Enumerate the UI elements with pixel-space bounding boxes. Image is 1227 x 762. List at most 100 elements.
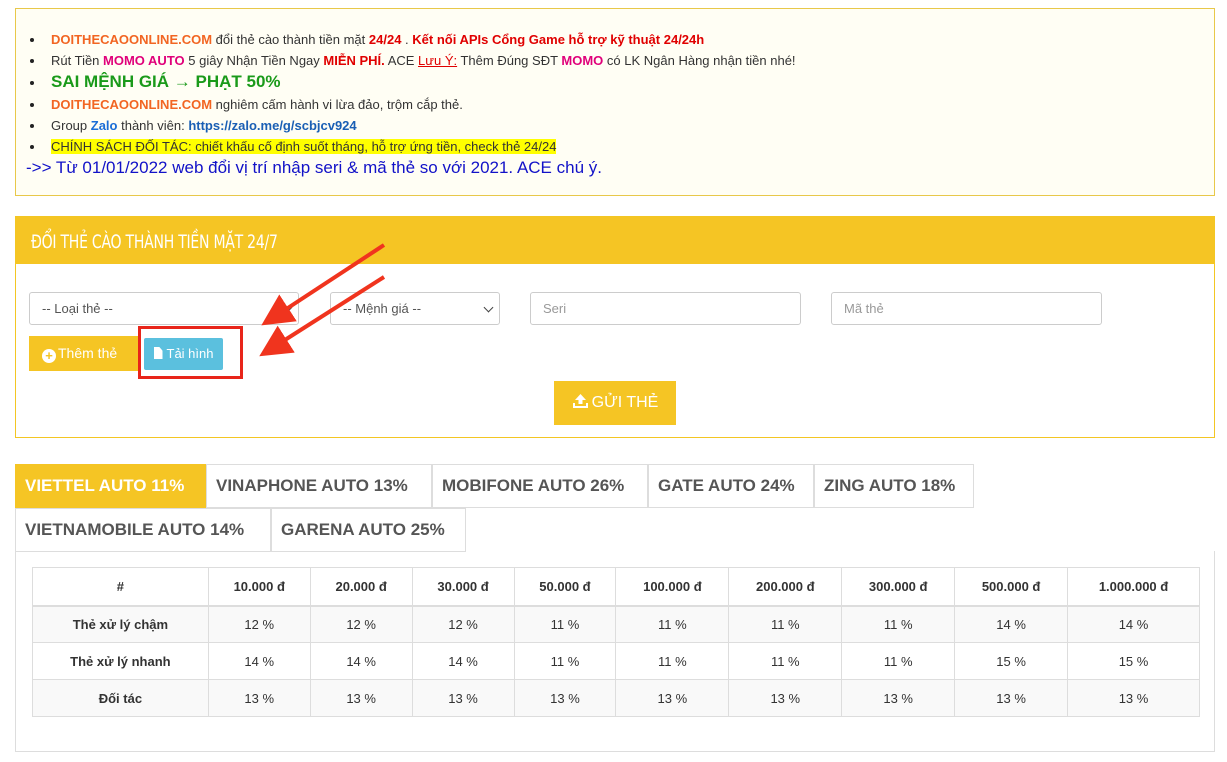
table-cell: 14 % xyxy=(954,605,1069,643)
momo-text: MOMO AUTO xyxy=(103,53,185,68)
highlight-box xyxy=(138,326,243,379)
tab-mobifone[interactable]: MOBIFONE AUTO 26% xyxy=(432,464,648,508)
table-cell: 13 % xyxy=(309,679,413,717)
rate-table: # 10.000 đ 20.000 đ 30.000 đ 50.000 đ 10… xyxy=(32,567,1200,717)
table-cell: 11 % xyxy=(728,605,843,643)
notice-line-4: DOITHECAOONLINE.COM nghiêm cấm hành vi l… xyxy=(30,94,1200,115)
input-placeholder: Mã thẻ xyxy=(844,301,884,316)
table-cell: 11 % xyxy=(615,605,730,643)
column-header: 300.000 đ xyxy=(841,567,956,607)
table-cell: 12 % xyxy=(309,605,413,643)
add-card-button[interactable]: + Thêm thẻ xyxy=(29,336,139,371)
notice-text: ACE xyxy=(384,53,419,68)
column-header: 30.000 đ xyxy=(411,567,515,607)
send-card-button[interactable]: GỬI THẺ xyxy=(554,381,676,425)
notice-text: nghiêm cấm hành vi lừa đảo, trộm cắp thẻ… xyxy=(212,97,463,112)
column-header: # xyxy=(32,567,209,607)
table-cell: 11 % xyxy=(728,642,843,680)
table-cell: 14 % xyxy=(411,642,515,680)
notice-text: Thêm Đúng SĐT xyxy=(457,53,562,68)
penalty-text: SAI MỆNH GIÁ → PHẠT 50% xyxy=(51,72,281,91)
input-placeholder: Seri xyxy=(543,301,567,316)
apis-text: Kết nối APIs Cổng Game hỗ trợ kỹ thuật 2… xyxy=(412,32,705,47)
column-header: 10.000 đ xyxy=(207,567,311,607)
table-cell: 13 % xyxy=(207,679,311,717)
tab-viettel[interactable]: VIETTEL AUTO 11% xyxy=(15,464,206,515)
zalo-text: Zalo xyxy=(90,118,118,133)
table-cell: 11 % xyxy=(513,642,617,680)
tab-label: GATE AUTO 24% xyxy=(658,476,795,495)
select-value: -- Loại thẻ -- xyxy=(42,301,113,316)
button-label: GỬI THẺ xyxy=(591,394,659,411)
brand-text: DOITHECAOONLINE.COM xyxy=(51,97,213,112)
chevron-down-icon xyxy=(282,302,293,313)
card-type-select[interactable]: -- Loại thẻ -- xyxy=(29,292,299,325)
table-cell: 15 % xyxy=(954,642,1069,680)
tab-label: VIETNAMOBILE AUTO 14% xyxy=(25,520,245,539)
time-text: 24/24 xyxy=(368,32,402,47)
panel-title: ĐỔI THẺ CÀO THÀNH TIỀN MẶT 24/7 xyxy=(31,231,278,253)
momo-text: MOMO xyxy=(561,53,604,68)
notice-text: Rút Tiền xyxy=(51,53,104,68)
plus-circle-icon: + xyxy=(42,349,56,363)
tab-zing[interactable]: ZING AUTO 18% xyxy=(814,464,974,508)
denomination-select[interactable]: -- Mệnh giá -- xyxy=(330,292,500,325)
column-header: 50.000 đ xyxy=(513,567,617,607)
table-cell: 12 % xyxy=(207,605,311,643)
notice-line-5: Group Zalo thành viên: https://zalo.me/g… xyxy=(30,115,1200,136)
tab-label: MOBIFONE AUTO 26% xyxy=(442,476,625,495)
notice-line-3: SAI MỆNH GIÁ → PHẠT 50% xyxy=(30,71,1200,94)
note-link[interactable]: Lưu Ý: xyxy=(418,53,457,68)
table-cell: 13 % xyxy=(954,679,1069,717)
column-header: 20.000 đ xyxy=(309,567,413,607)
row-header: Đối tác xyxy=(32,679,209,717)
table-cell: 13 % xyxy=(411,679,515,717)
serial-input[interactable]: Seri xyxy=(530,292,801,325)
notice-text: Group xyxy=(51,118,91,133)
table-header-row: # 10.000 đ 20.000 đ 30.000 đ 50.000 đ 10… xyxy=(32,567,1200,607)
notice-text: có LK Ngân Hàng nhận tiền nhé! xyxy=(603,53,796,68)
table-cell: 11 % xyxy=(841,642,956,680)
card-code-input[interactable]: Mã thẻ xyxy=(831,292,1102,325)
table-cell: 13 % xyxy=(728,679,843,717)
zalo-link[interactable]: https://zalo.me/g/scbjcv924 xyxy=(188,118,356,133)
table-cell: 13 % xyxy=(513,679,617,717)
partner-policy-text: CHÍNH SÁCH ĐỐI TÁC: chiết khấu cố định s… xyxy=(51,139,557,154)
table-cell: 11 % xyxy=(615,642,730,680)
chevron-down-icon xyxy=(483,302,494,313)
tab-label: GARENA AUTO 25% xyxy=(281,520,445,539)
notice-text: thành viên: xyxy=(117,118,189,133)
button-label: Thêm thẻ xyxy=(58,345,118,361)
tab-vinaphone[interactable]: VINAPHONE AUTO 13% xyxy=(206,464,432,508)
rate-table-panel: # 10.000 đ 20.000 đ 30.000 đ 50.000 đ 10… xyxy=(15,551,1215,752)
exchange-form-panel: ĐỔI THẺ CÀO THÀNH TIỀN MẶT 24/7 -- Loại … xyxy=(15,216,1215,438)
table-cell: 11 % xyxy=(841,605,956,643)
notice-box: DOITHECAOONLINE.COM đổi thẻ cào thành ti… xyxy=(15,8,1215,196)
table-cell: 13 % xyxy=(1067,679,1200,717)
tab-label: VINAPHONE AUTO 13% xyxy=(216,476,408,495)
table-cell: 14 % xyxy=(207,642,311,680)
panel-header: ĐỔI THẺ CÀO THÀNH TIỀN MẶT 24/7 xyxy=(16,217,1214,264)
notice-line-1: DOITHECAOONLINE.COM đổi thẻ cào thành ti… xyxy=(30,29,1200,50)
tab-garena[interactable]: GARENA AUTO 25% xyxy=(271,508,466,552)
upload-icon xyxy=(572,383,589,408)
brand-text: DOITHECAOONLINE.COM xyxy=(51,32,213,47)
table-cell: 15 % xyxy=(1067,642,1200,680)
table-cell: 12 % xyxy=(411,605,515,643)
column-header: 500.000 đ xyxy=(954,567,1069,607)
row-header: Thẻ xử lý nhanh xyxy=(32,642,209,680)
free-text: MIỄN PHÍ. xyxy=(323,53,385,68)
tab-gate[interactable]: GATE AUTO 24% xyxy=(648,464,814,508)
tab-label: ZING AUTO 18% xyxy=(824,476,956,495)
table-cell: 11 % xyxy=(513,605,617,643)
table-row: Thẻ xử lý nhanh 14 % 14 % 14 % 11 % 11 %… xyxy=(32,642,1200,680)
notice-line-6: CHÍNH SÁCH ĐỐI TÁC: chiết khấu cố định s… xyxy=(30,136,1200,157)
notice-text: . xyxy=(401,32,413,47)
table-cell: 13 % xyxy=(841,679,956,717)
tab-vietnamobile[interactable]: VIETNAMOBILE AUTO 14% xyxy=(15,508,271,552)
select-value: -- Mệnh giá -- xyxy=(343,301,422,316)
table-row: Thẻ xử lý chậm 12 % 12 % 12 % 11 % 11 % … xyxy=(32,605,1200,643)
table-cell: 14 % xyxy=(1067,605,1200,643)
tab-label: VIETTEL AUTO 11% xyxy=(25,476,185,495)
column-header: 1.000.000 đ xyxy=(1067,567,1200,607)
